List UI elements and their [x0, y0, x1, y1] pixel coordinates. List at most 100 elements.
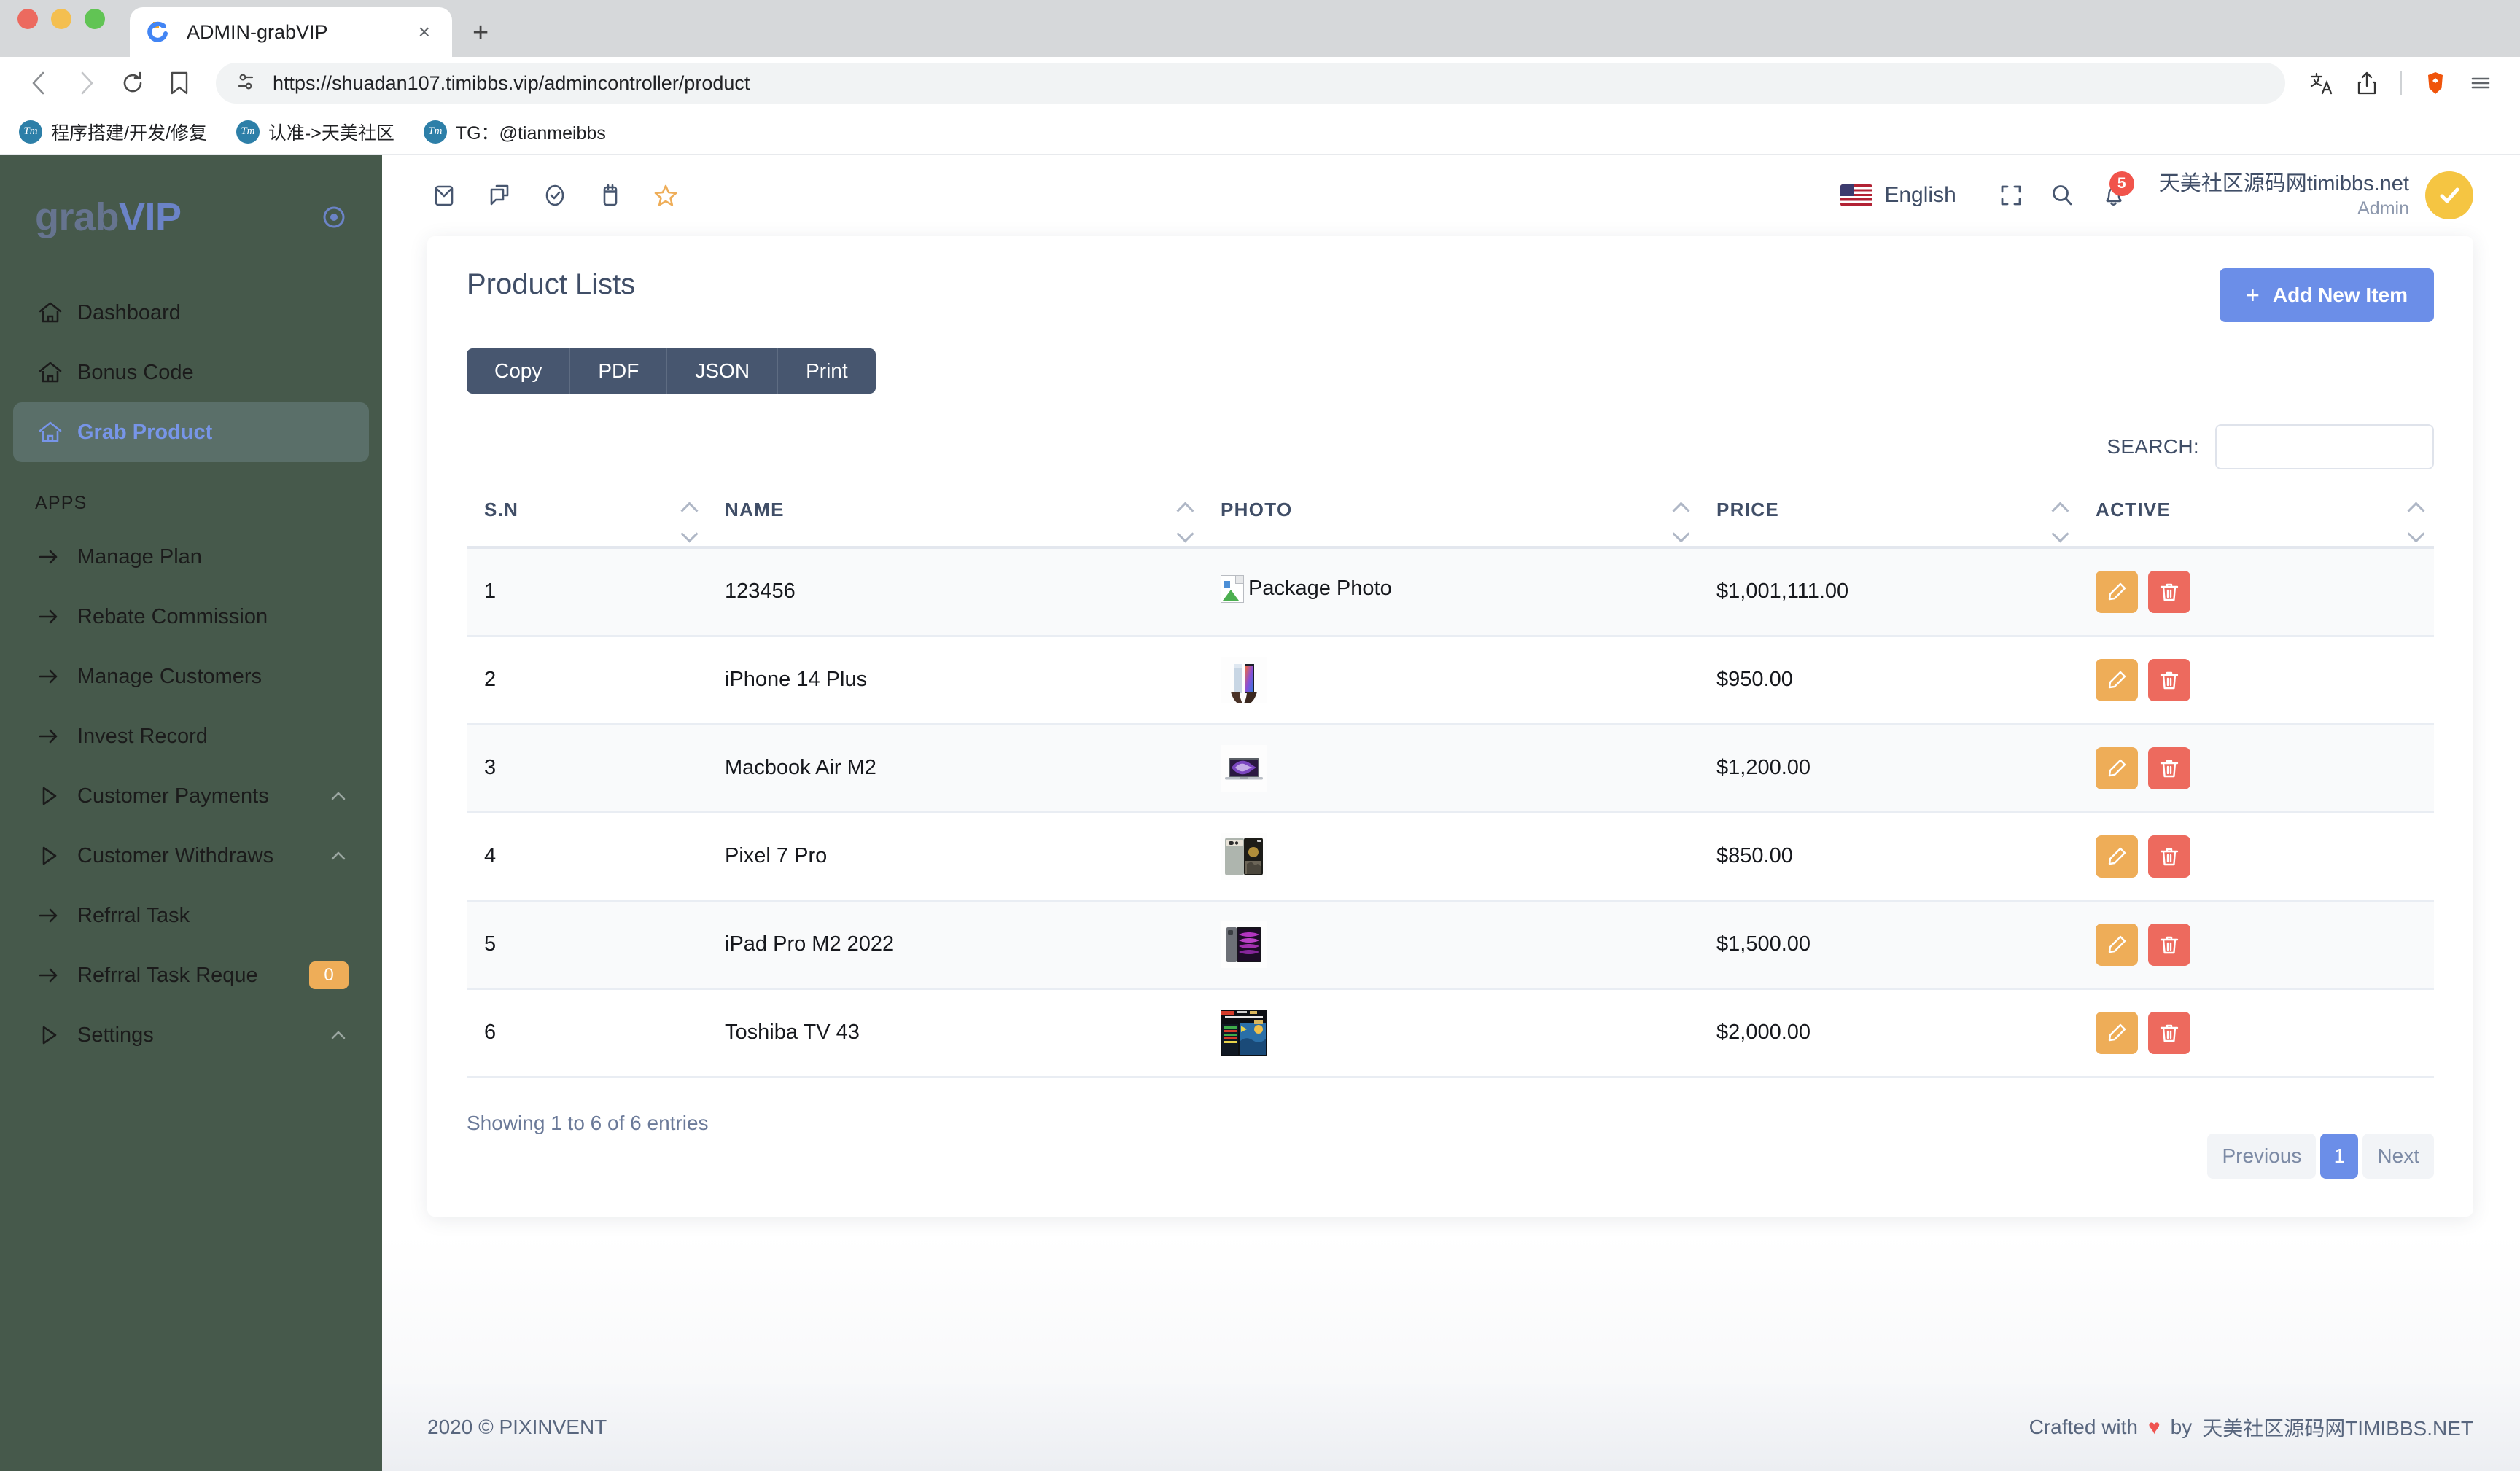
sort-icon[interactable] [1673, 499, 1689, 545]
calendar-icon[interactable] [594, 179, 627, 212]
toolbar-divider [2400, 71, 2402, 95]
mail-icon[interactable] [427, 179, 461, 212]
close-window-button[interactable] [18, 9, 38, 29]
column-header-name[interactable]: NAME [707, 499, 1203, 547]
close-tab-button[interactable]: × [414, 22, 435, 42]
maximize-window-button[interactable] [85, 9, 105, 29]
search-icon[interactable] [2037, 182, 2088, 209]
page-footer: 2020 © PIXINVENT Crafted with ♥ by 天美社区源… [382, 1384, 2520, 1471]
chevron-up-icon [328, 846, 349, 866]
sidebar-item-rebate-commission[interactable]: Rebate Commission [13, 587, 369, 647]
delete-button[interactable] [2148, 835, 2190, 878]
translate-icon[interactable] [2301, 63, 2342, 104]
sidebar-item-manage-plan[interactable]: Manage Plan [13, 527, 369, 587]
add-new-item-label: Add New Item [2273, 284, 2408, 307]
edit-button[interactable] [2096, 747, 2138, 789]
sidebar-item-customer-withdraws[interactable]: Customer Withdraws [13, 826, 369, 886]
column-header-active[interactable]: ACTIVE [2078, 499, 2434, 547]
chevron-up-icon [328, 786, 349, 806]
fullscreen-icon[interactable] [1986, 182, 2037, 208]
address-bar[interactable]: https://shuadan107.timibbs.vip/admincont… [216, 63, 2285, 104]
cell-name: Pixel 7 Pro [707, 812, 1203, 900]
sidebar-item-refrral-task[interactable]: Refrral Task [13, 886, 369, 945]
json-button[interactable]: JSON [667, 348, 778, 394]
print-button[interactable]: Print [778, 348, 876, 394]
iphone-14-plus-photo [1221, 657, 1267, 703]
delete-button[interactable] [2148, 1012, 2190, 1054]
bookmark-item[interactable]: Tm 程序搭建/开发/修复 [19, 119, 207, 145]
bookmark-item[interactable]: Tm 认准->天美社区 [236, 119, 394, 145]
sidebar-item-label: Invest Record [77, 725, 208, 749]
cell-actions [2078, 988, 2434, 1077]
navbar-right: English 5 天美社区源码网timibbs.net Admin [1840, 171, 2473, 220]
edit-button[interactable] [2096, 1012, 2138, 1054]
sidebar-item-label: Grab Product [77, 421, 212, 445]
language-selector[interactable]: English [1840, 183, 1956, 208]
user-menu[interactable]: 天美社区源码网timibbs.net Admin [2159, 171, 2409, 220]
pagination-previous[interactable]: Previous [2207, 1134, 2316, 1179]
column-header-price[interactable]: PRICE [1699, 499, 2078, 547]
reload-button[interactable] [112, 63, 153, 104]
site-settings-icon[interactable] [235, 71, 257, 96]
navbar-quick-icons [427, 179, 682, 212]
sidebar-item-settings[interactable]: Settings [13, 1005, 369, 1065]
edit-button[interactable] [2096, 924, 2138, 966]
edit-button[interactable] [2096, 659, 2138, 701]
new-tab-button[interactable]: + [472, 19, 489, 47]
column-header-sn[interactable]: S.N [467, 499, 707, 547]
delete-button[interactable] [2148, 571, 2190, 613]
pagination-next[interactable]: Next [2362, 1134, 2434, 1179]
avatar[interactable] [2425, 171, 2473, 219]
heart-icon: ♥ [2148, 1416, 2161, 1439]
table-header-row: S.N NAME PHOTO PRICE ACTIVE [467, 499, 2434, 547]
sidebar-pin-icon[interactable] [318, 201, 350, 233]
home-icon [36, 299, 77, 327]
minimize-window-button[interactable] [51, 9, 71, 29]
row-actions [2096, 659, 2434, 701]
browser-menu-icon[interactable] [2460, 63, 2501, 104]
notifications-button[interactable]: 5 [2088, 182, 2139, 209]
star-icon[interactable] [649, 179, 682, 212]
brand-logo-text: grabVIP [35, 198, 182, 237]
sidebar-item-invest-record[interactable]: Invest Record [13, 706, 369, 766]
delete-button[interactable] [2148, 924, 2190, 966]
search-input[interactable] [2215, 424, 2434, 469]
add-new-item-button[interactable]: + Add New Item [2220, 268, 2434, 322]
sort-icon[interactable] [681, 499, 697, 545]
edit-button[interactable] [2096, 571, 2138, 613]
back-button[interactable] [19, 63, 60, 104]
sort-icon[interactable] [1177, 499, 1193, 545]
favicon-icon [147, 20, 172, 44]
sidebar-item-manage-customers[interactable]: Manage Customers [13, 647, 369, 706]
brave-shields-icon[interactable] [2415, 63, 2456, 104]
sidebar-item-dashboard[interactable]: Dashboard [13, 283, 369, 343]
forward-button[interactable] [66, 63, 106, 104]
edit-button[interactable] [2096, 835, 2138, 878]
sidebar-item-grab-product[interactable]: Grab Product [13, 402, 369, 462]
cell-photo [1203, 724, 1699, 812]
delete-button[interactable] [2148, 659, 2190, 701]
bookmark-item[interactable]: Tm TG：@tianmeibbs [424, 119, 606, 145]
table-row: 3 Macbook Air M2 [467, 724, 2434, 812]
sort-icon[interactable] [2052, 499, 2068, 545]
sidebar-item-bonus-code[interactable]: Bonus Code [13, 343, 369, 402]
pagination-page-1[interactable]: 1 [2320, 1134, 2358, 1179]
sidebar-item-refrral-task-request[interactable]: Refrral Task Reque 0 [13, 945, 369, 1005]
share-icon[interactable] [2346, 63, 2387, 104]
copy-button[interactable]: Copy [467, 348, 570, 394]
delete-button[interactable] [2148, 747, 2190, 789]
sort-icon[interactable] [2408, 499, 2424, 545]
column-header-photo[interactable]: PHOTO [1203, 499, 1699, 547]
sidebar-brand[interactable]: grabVIP [0, 187, 382, 248]
arrow-right-icon [36, 545, 77, 569]
chat-icon[interactable] [483, 179, 516, 212]
browser-tab[interactable]: ADMIN-grabVIP × [130, 7, 452, 57]
browser-toolbar: https://shuadan107.timibbs.vip/admincont… [0, 57, 2520, 109]
sidebar-item-customer-payments[interactable]: Customer Payments [13, 766, 369, 826]
check-circle-icon[interactable] [538, 179, 572, 212]
bookmark-star-button[interactable] [159, 63, 200, 104]
products-table: S.N NAME PHOTO PRICE ACTIVE 1 123456 [467, 499, 2434, 1078]
pdf-button[interactable]: PDF [570, 348, 667, 394]
trash-icon [2158, 581, 2180, 603]
chevron-up-icon [328, 1025, 349, 1045]
